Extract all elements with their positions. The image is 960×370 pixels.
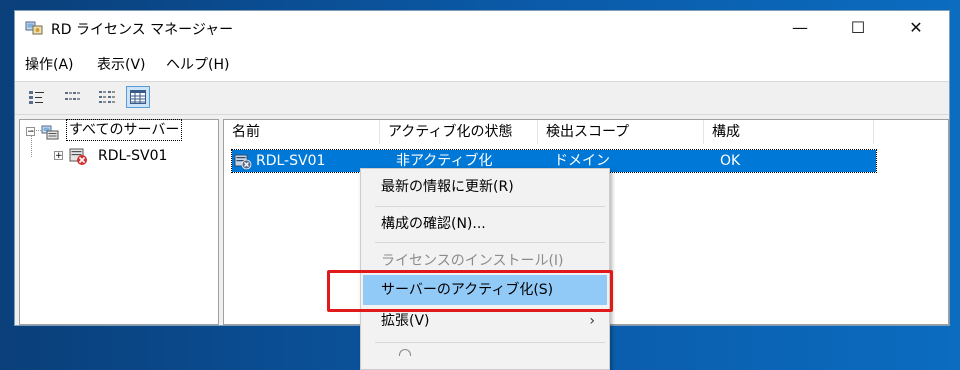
menu-separator xyxy=(375,342,605,343)
menu-bar: 操作(A) 表示(V) ヘルプ(H) xyxy=(15,51,949,75)
list-view-button[interactable] xyxy=(95,86,119,108)
minimize-button[interactable]: — xyxy=(771,11,829,45)
menu-separator xyxy=(375,206,605,207)
tree-connector xyxy=(31,135,32,157)
menu-separator xyxy=(375,242,605,243)
menu-view[interactable]: 表示(V) xyxy=(97,54,146,74)
column-header-name[interactable]: 名前 xyxy=(224,120,380,144)
menu-item-review-configuration[interactable]: 構成の確認(N)... xyxy=(363,209,607,239)
context-menu: 最新の情報に更新(R) 構成の確認(N)... ライセンスのインストール(I) … xyxy=(360,168,610,370)
list-view-icon xyxy=(99,91,115,103)
expand-icon[interactable]: + xyxy=(54,151,63,161)
server-error-icon xyxy=(68,146,88,166)
cell-configuration: OK xyxy=(720,153,741,169)
title-bar[interactable]: RD ライセンス マネージャー — ☐ ✕ xyxy=(15,11,949,45)
cell-name: RDL-SV01 xyxy=(256,153,326,169)
server-inactive-icon xyxy=(234,152,252,170)
menu-help[interactable]: ヘルプ(H) xyxy=(166,54,229,74)
toolbar xyxy=(15,81,949,115)
details-view-button[interactable] xyxy=(126,86,150,108)
menu-action[interactable]: 操作(A) xyxy=(25,54,74,74)
large-icons-view-button[interactable] xyxy=(25,86,49,108)
tree-label-rdl-sv01: RDL-SV01 xyxy=(98,148,168,164)
maximize-button[interactable]: ☐ xyxy=(829,11,887,45)
small-icons-view-icon xyxy=(65,92,80,100)
tree-label-all-servers: すべてのサーバー xyxy=(66,119,183,141)
servers-group-icon xyxy=(40,122,60,142)
column-header-discovery-scope[interactable]: 検出スコープ xyxy=(538,120,704,144)
highlight-callout-box xyxy=(327,270,613,312)
window-title: RD ライセンス マネージャー xyxy=(51,22,234,38)
column-header-configuration[interactable]: 構成 xyxy=(704,120,874,144)
small-icons-view-button[interactable] xyxy=(60,86,84,108)
menu-item-advanced-label: 拡張(V) xyxy=(381,313,430,329)
menu-item-partial-icon xyxy=(399,349,411,356)
column-header-activation-state[interactable]: アクティブ化の状態 xyxy=(380,120,538,144)
close-button[interactable]: ✕ xyxy=(887,11,945,45)
details-view-icon xyxy=(130,90,146,104)
menu-item-refresh[interactable]: 最新の情報に更新(R) xyxy=(363,172,607,202)
tree-connector xyxy=(31,130,41,131)
large-icons-view-icon xyxy=(29,91,44,104)
server-tree: − すべてのサーバー + RDL-SV01 xyxy=(19,119,219,325)
license-manager-app-icon xyxy=(25,20,43,36)
